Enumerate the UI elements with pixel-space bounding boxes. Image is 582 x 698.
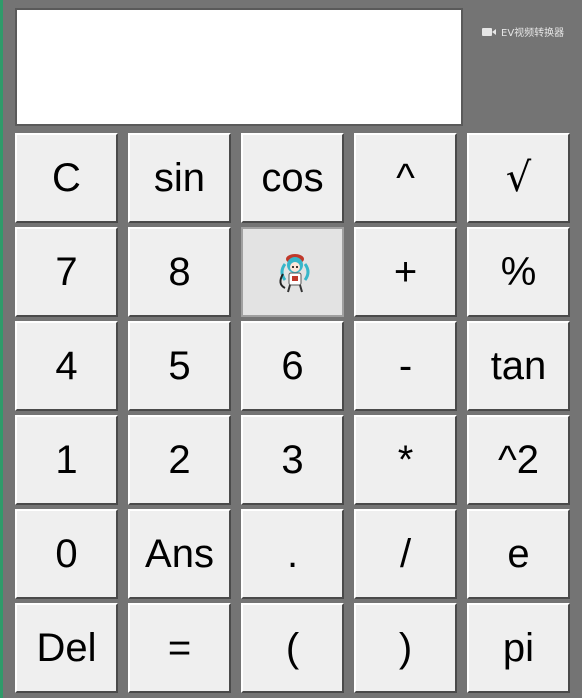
digit-2-button[interactable]: 2 (128, 415, 231, 505)
tan-button[interactable]: tan (467, 321, 570, 411)
keypad: C sin cos ^ √ 7 8 + % 4 5 6 - tan 1 2 3 … (15, 133, 570, 693)
equals-button[interactable]: = (128, 603, 231, 693)
cos-button[interactable]: cos (241, 133, 344, 223)
open-paren-button[interactable]: ( (241, 603, 344, 693)
digit-1-button[interactable]: 1 (15, 415, 118, 505)
e-constant-button[interactable]: e (467, 509, 570, 599)
digit-6-button[interactable]: 6 (241, 321, 344, 411)
digit-3-button[interactable]: 3 (241, 415, 344, 505)
divide-button[interactable]: / (354, 509, 457, 599)
watermark-text: EV视频转换器 (501, 28, 565, 39)
power-button[interactable]: ^ (354, 133, 457, 223)
sin-button[interactable]: sin (128, 133, 231, 223)
video-camera-icon (482, 27, 496, 37)
pi-button[interactable]: pi (467, 603, 570, 693)
add-button[interactable]: + (354, 227, 457, 317)
digit-9-button[interactable] (241, 227, 344, 317)
subtract-button[interactable]: - (354, 321, 457, 411)
digit-8-button[interactable]: 8 (128, 227, 231, 317)
digit-4-button[interactable]: 4 (15, 321, 118, 411)
percent-button[interactable]: % (467, 227, 570, 317)
close-paren-button[interactable]: ) (354, 603, 457, 693)
watermark: EV视频转换器 (482, 24, 564, 39)
decimal-button[interactable]: . (241, 509, 344, 599)
digit-0-button[interactable]: 0 (15, 509, 118, 599)
delete-button[interactable]: Del (15, 603, 118, 693)
calculator-display (15, 8, 463, 126)
digit-7-button[interactable]: 7 (15, 227, 118, 317)
digit-5-button[interactable]: 5 (128, 321, 231, 411)
square-button[interactable]: ^2 (467, 415, 570, 505)
sqrt-button[interactable]: √ (467, 133, 570, 223)
window-left-edge (0, 0, 3, 698)
animated-cursor-sprite (278, 254, 309, 293)
multiply-button[interactable]: * (354, 415, 457, 505)
ans-button[interactable]: Ans (128, 509, 231, 599)
clear-button[interactable]: C (15, 133, 118, 223)
